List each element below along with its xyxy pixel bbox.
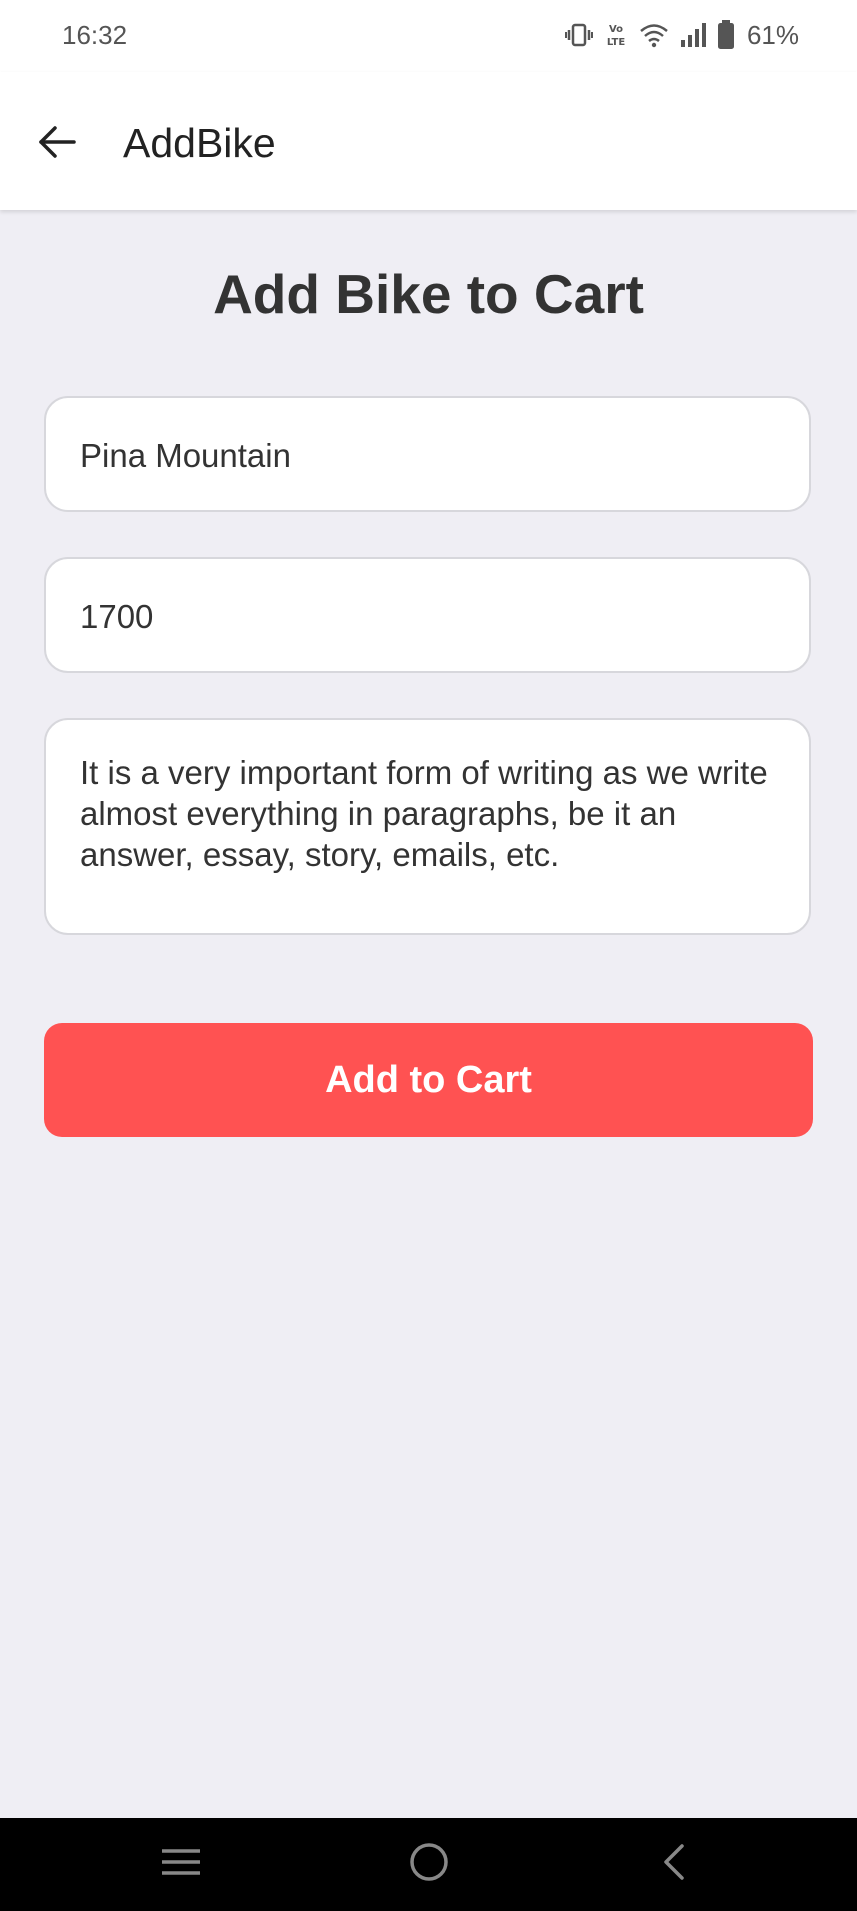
- navigation-bar: [0, 1818, 857, 1911]
- volte-icon: Vo LTE: [603, 21, 629, 49]
- status-icons: Vo LTE 61%: [564, 18, 799, 52]
- arrow-left-icon: [37, 124, 77, 165]
- status-time: 16:32: [62, 20, 128, 50]
- vibrate-icon: [564, 22, 593, 48]
- add-to-cart-button[interactable]: Add to Cart: [44, 1023, 813, 1137]
- nav-back-button[interactable]: [643, 1836, 703, 1892]
- nav-menu-button[interactable]: [151, 1836, 211, 1892]
- battery-percent: 61%: [746, 19, 799, 50]
- back-icon: [658, 1842, 688, 1887]
- app-title: AddBike: [123, 120, 276, 166]
- svg-text:Vo: Vo: [609, 24, 623, 35]
- page-heading: Add Bike to Cart: [213, 263, 644, 325]
- status-bar: 16:32 Vo LTE 61%: [0, 0, 857, 72]
- battery-icon: [717, 20, 735, 50]
- back-button[interactable]: [26, 113, 88, 175]
- bike-description-input[interactable]: It is a very important form of writing a…: [44, 718, 811, 935]
- menu-icon: [160, 1846, 202, 1883]
- bike-name-input[interactable]: Pina Mountain: [44, 396, 811, 512]
- bike-price-input[interactable]: 1700: [44, 557, 811, 673]
- home-icon: [408, 1841, 450, 1888]
- wifi-icon: [639, 22, 669, 48]
- app-bar: AddBike: [0, 72, 857, 210]
- nav-home-button[interactable]: [399, 1836, 459, 1892]
- svg-text:LTE: LTE: [607, 37, 626, 48]
- signal-icon: [679, 22, 707, 48]
